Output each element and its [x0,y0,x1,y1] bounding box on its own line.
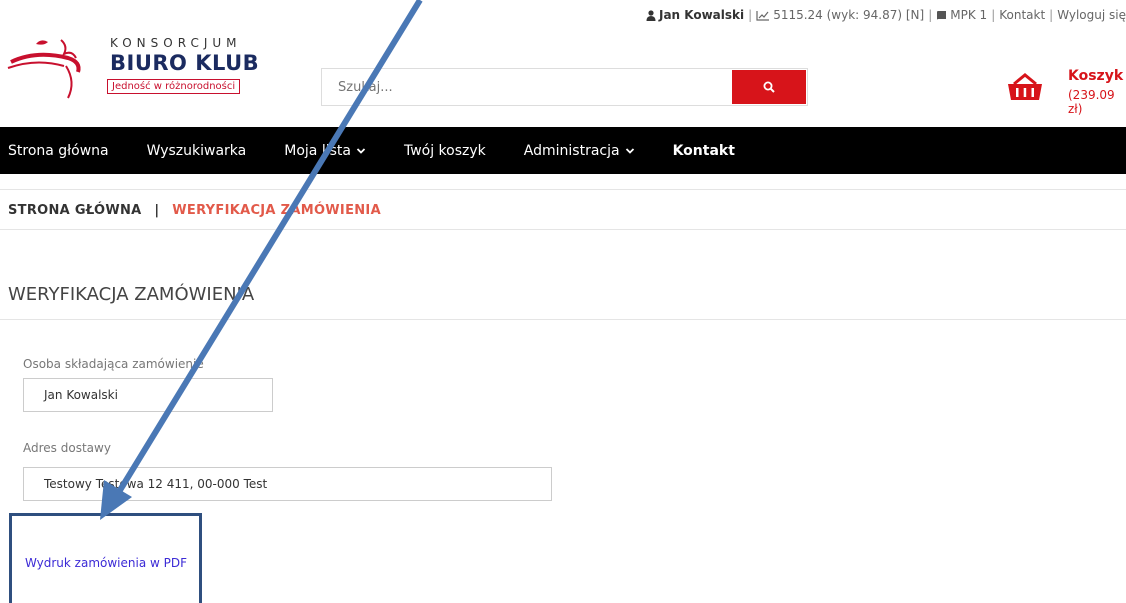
search-icon [763,81,775,93]
pdf-print-link[interactable]: Wydruk zamówienia w PDF [25,556,187,570]
orderer-label: Osoba składająca zamówienie [23,357,204,371]
address-field[interactable]: Testowy Testowa 12 411, 00-000 Test [23,467,552,501]
page-title: WERYFIKACJA ZAMÓWIENIA [8,284,255,305]
breadcrumb-separator: | [154,203,160,218]
nav-item-contact[interactable]: Kontakt [673,143,735,159]
nav-item-search[interactable]: Wyszukiwarka [147,143,247,159]
search-input[interactable] [322,69,731,105]
chevron-down-icon [625,147,634,154]
nav-item-cart[interactable]: Twój koszyk [404,143,486,159]
breadcrumb-home[interactable]: STRONA GŁÓWNA [8,203,142,218]
top-utility-bar: Jan Kowalski | 5115.24 (wyk: 94.87) [N] … [646,8,1126,22]
divider [0,189,1126,190]
divider [0,319,1126,320]
logout-link[interactable]: Wyloguj się [1057,8,1126,22]
logo-tagline: Jedność w różnorodności [107,79,241,94]
annotation-highlight-box: Wydruk zamówienia w PDF [9,513,202,603]
breadcrumb-current: WERYFIKACJA ZAMÓWIENIA [172,203,381,218]
site-logo[interactable]: KONSORCJUM BIURO KLUB Jedność w różnorod… [6,32,276,102]
logo-line-2: BIURO KLUB [110,51,260,75]
breadcrumb: STRONA GŁÓWNA | WERYFIKACJA ZAMÓWIENIA [8,203,381,218]
main-nav: Strona główna Wyszukiwarka Moja lista Tw… [0,127,1126,174]
nav-item-home[interactable]: Strona główna [8,143,109,159]
basket-icon [1008,73,1042,100]
divider: | [1049,8,1054,22]
divider: | [991,8,996,22]
nav-item-admin[interactable]: Administracja [524,143,635,159]
book-icon [937,10,947,20]
cart-widget[interactable]: Koszyk (239.09 zł) [1006,66,1126,116]
divider: | [928,8,933,22]
divider [0,229,1126,230]
divider: | [748,8,753,22]
mpk-link[interactable]: MPK 1 [950,8,987,22]
cart-label: Koszyk [1068,68,1124,84]
nav-label: Twój koszyk [403,142,486,159]
cart-total: (239.09 zł) [1068,88,1115,116]
nav-label: Kontakt [672,142,735,159]
logo-line-1: KONSORCJUM [110,36,242,50]
logo-mark-icon [7,39,81,99]
address-label: Adres dostawy [23,441,111,455]
contact-link[interactable]: Kontakt [999,8,1045,22]
chevron-down-icon [356,147,366,154]
user-icon [646,9,656,21]
user-name[interactable]: Jan Kowalski [659,8,744,22]
search-button[interactable] [732,70,806,104]
nav-label: Wyszukiwarka [146,142,247,159]
search-bar [321,68,808,106]
chart-line-icon [756,10,770,21]
nav-label: Strona główna [8,142,109,159]
nav-label: Administracja [523,142,620,159]
nav-item-my-list[interactable]: Moja lista [284,143,366,159]
orderer-field[interactable]: Jan Kowalski [23,378,273,412]
budget-stats: 5115.24 (wyk: 94.87) [N] [773,8,925,22]
nav-label: Moja lista [284,142,351,159]
